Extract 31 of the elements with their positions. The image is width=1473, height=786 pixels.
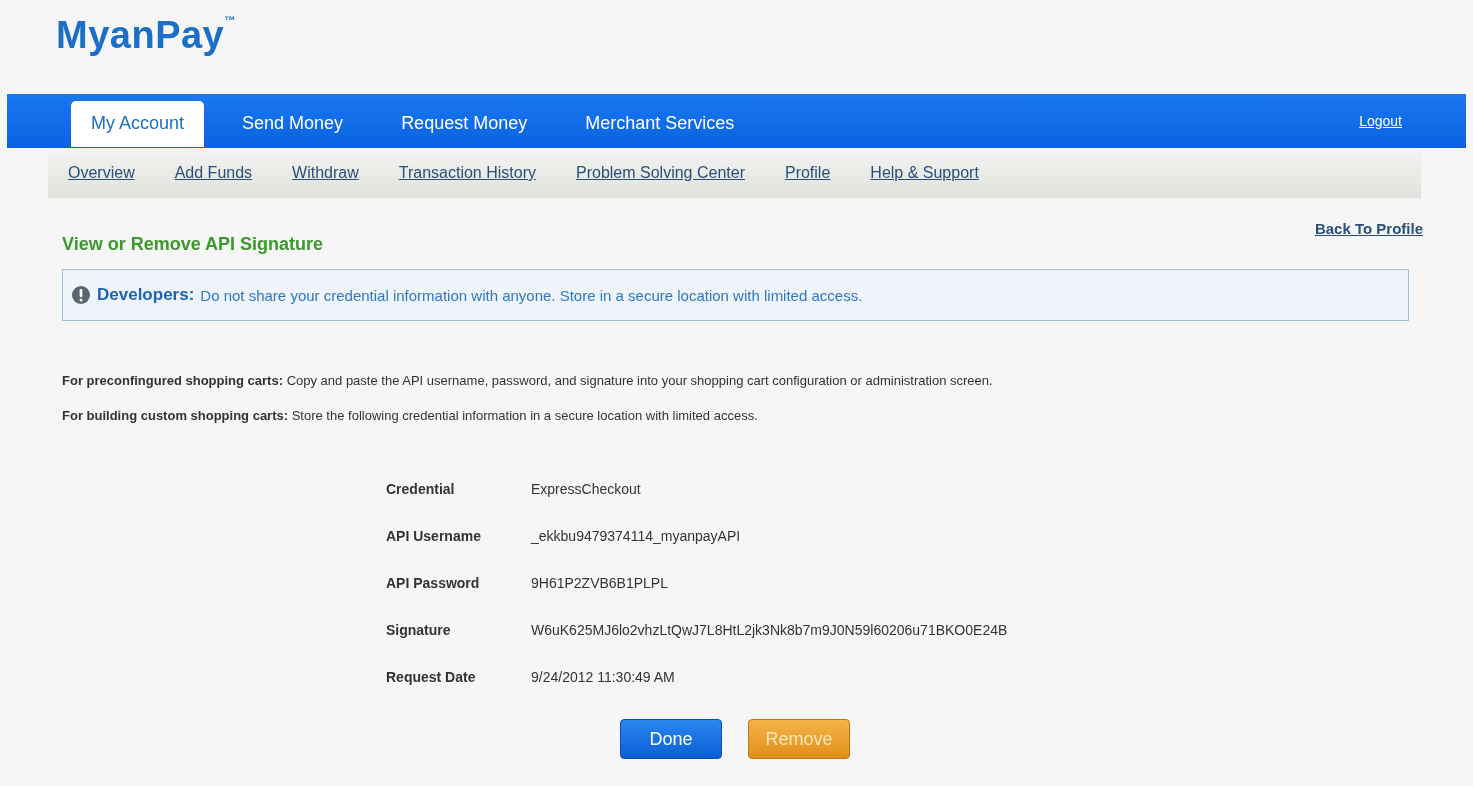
done-button[interactable]: Done bbox=[620, 719, 722, 759]
notice-text: Do not share your credential information with anyone. Store in a secure location with limited access. bbox=[200, 286, 863, 304]
field-label: Request Date bbox=[386, 669, 477, 685]
logo: MyanPay$^{™}$ bbox=[56, 14, 236, 58]
field-value: 9/24/2012 11:30:49 AM bbox=[531, 669, 676, 685]
alert-icon bbox=[71, 285, 91, 305]
field-value: _ekkbu9479374114_myanpayAPI bbox=[531, 528, 742, 544]
subnav-link[interactable]: Help & Support bbox=[870, 164, 979, 182]
subnav-link[interactable]: Profile bbox=[784, 164, 831, 182]
page-title: View or Remove API Signature bbox=[62, 234, 324, 255]
field-value: W6uK625MJ6lo2vhzLtQwJ7L8HtL2jk3Nk8b7m9J0N59l60206u71BKO0E24B bbox=[531, 622, 1009, 638]
nav-tab[interactable]: Merchant Services bbox=[565, 101, 755, 148]
nav-tab[interactable]: Request Money bbox=[381, 101, 548, 148]
field-value: ExpressCheckout bbox=[531, 481, 642, 497]
logout-link[interactable]: Logout bbox=[1359, 113, 1402, 129]
subnav-link[interactable]: Withdraw bbox=[292, 164, 359, 182]
back-to-profile-link[interactable]: Back To Profile bbox=[1314, 220, 1423, 237]
subnav-link[interactable]: Add Funds bbox=[174, 164, 253, 182]
field-label: Credential bbox=[386, 481, 456, 497]
field-label: API Username bbox=[386, 528, 482, 544]
field-label: API Password bbox=[386, 575, 481, 591]
nav-tab[interactable]: Send Money bbox=[222, 101, 364, 148]
field-value: 9H61P2ZVB6B1PLPL bbox=[531, 575, 669, 591]
instruction-text: For building custom shopping carts: Store the following credential information in a secure location with limited access. bbox=[62, 408, 759, 423]
subnav-link[interactable]: Problem Solving Center bbox=[576, 164, 745, 182]
field-label: Signature bbox=[386, 622, 452, 638]
subnav-link[interactable]: Overview bbox=[68, 164, 135, 182]
subnav-link[interactable]: Transaction History bbox=[398, 164, 536, 182]
notice-label: Developers: bbox=[97, 285, 195, 305]
nav-tab[interactable]: My Account bbox=[71, 101, 205, 147]
instruction-text: For preconfingured shopping carts: Copy and paste the API username, password, and signature into your shopping cart configuration or administration screen. bbox=[62, 373, 994, 388]
